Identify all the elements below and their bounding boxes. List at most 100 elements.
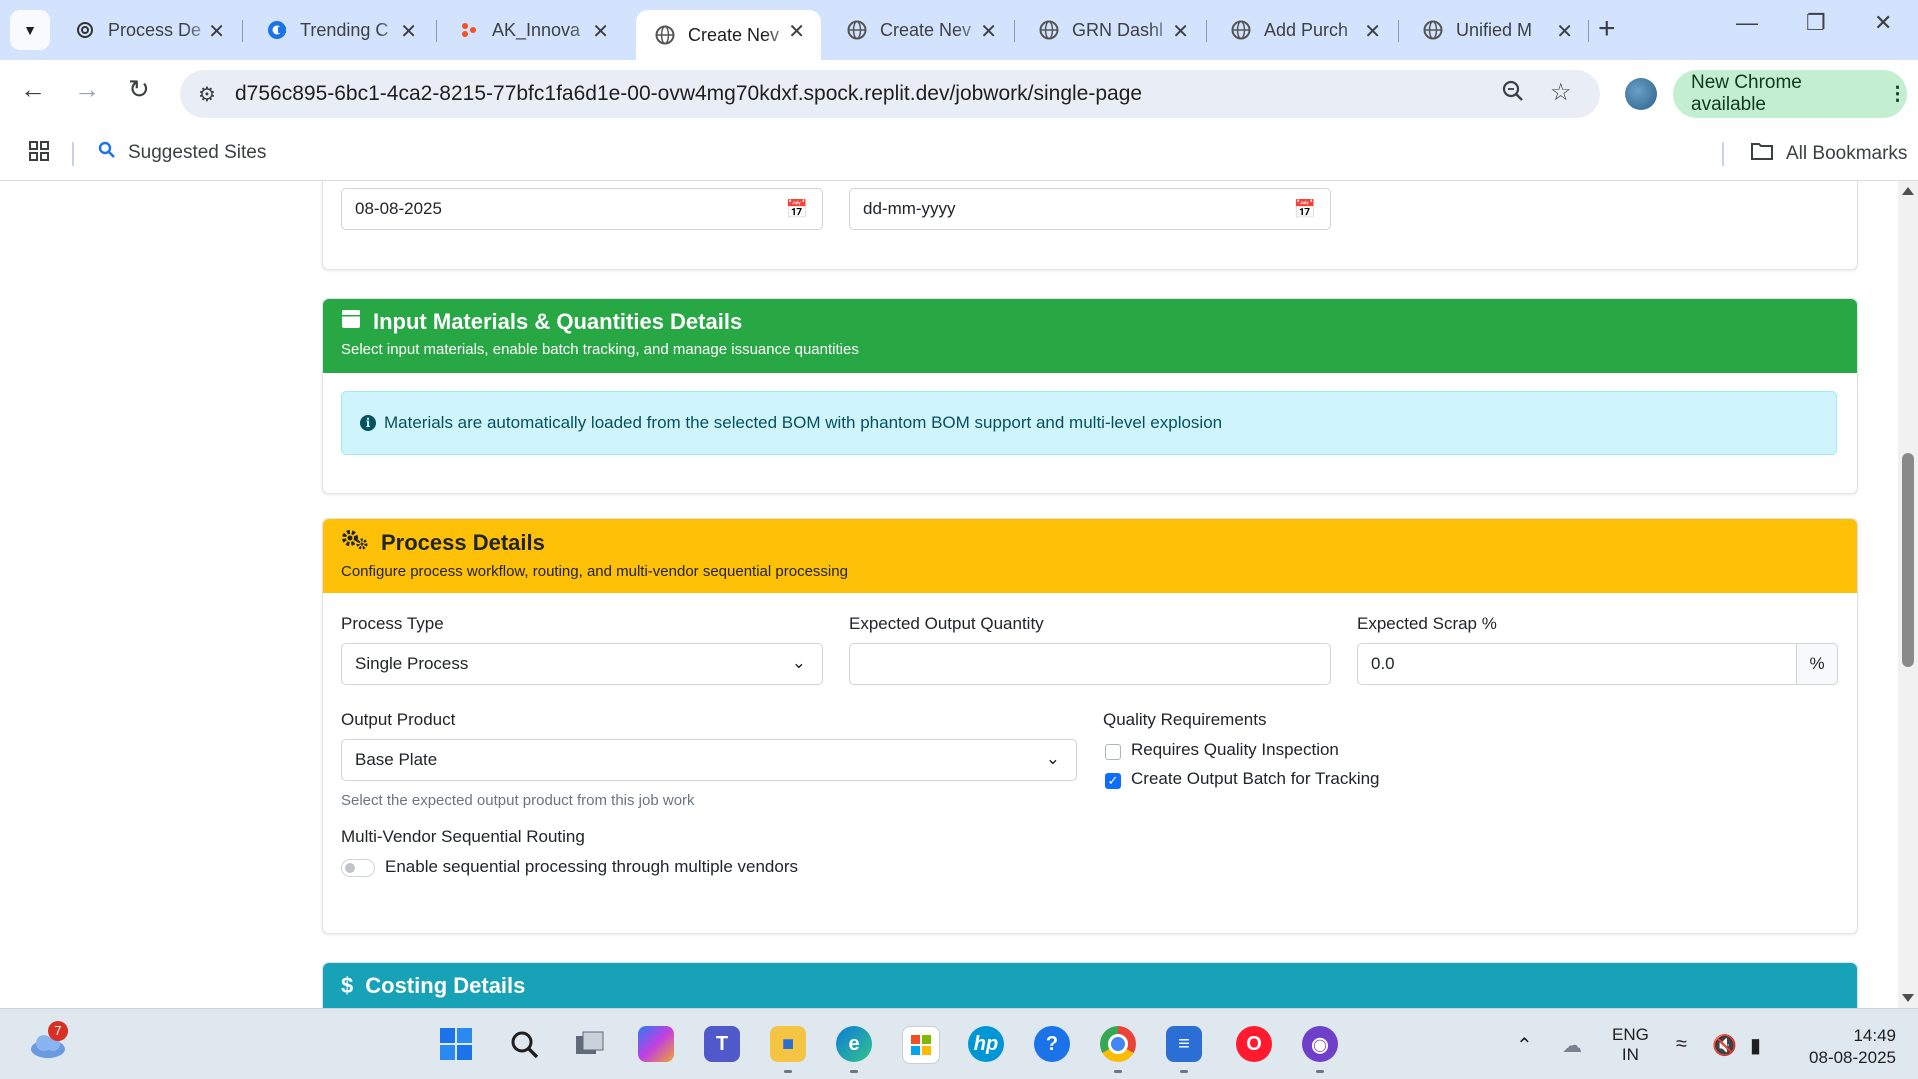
chrome-icon[interactable] [1100,1026,1136,1062]
bookmark-star-icon[interactable]: ☆ [1550,78,1572,107]
input-value: 0.0 [1371,654,1395,673]
back-arrow-icon[interactable]: ← [20,74,46,105]
scrollbar-thumb[interactable] [1902,453,1914,667]
task-view-icon[interactable] [572,1026,608,1062]
output-batch-checkbox[interactable]: ✓ [1105,773,1121,789]
date-text: 08-08-2025 [1809,1048,1896,1067]
new-tab-plus-icon[interactable]: + [1598,12,1616,46]
window-close-icon[interactable]: ✕ [1874,10,1892,36]
close-icon[interactable]: ✕ [208,19,225,44]
expected-output-label: Expected Output Quantity [849,614,1044,633]
language-indicator[interactable]: ENG IN [1612,1025,1649,1065]
c-logo-icon [266,19,288,41]
tab-title: Unified M [1456,19,1533,40]
tab-grn-dashboard[interactable]: GRN Dashl ✕ [1020,10,1205,50]
scrap-input[interactable]: 0.0 [1357,643,1797,685]
help-icon[interactable]: ? [1034,1026,1070,1062]
process-type-label: Process Type [341,614,444,633]
tab-add-purchase[interactable]: Add Purch ✕ [1212,10,1397,50]
weather-widget[interactable]: 7 [28,1021,68,1064]
quality-inspection-checkbox[interactable] [1105,744,1121,760]
section-title: Costing Details [365,973,526,998]
close-icon[interactable]: ✕ [788,19,805,44]
chrome-update-button[interactable]: New Chrome available ⋮ [1673,70,1907,118]
calendar-icon[interactable]: 📅 [786,199,808,220]
dates-card: 08-08-2025 📅 dd-mm-yyyy 📅 [322,181,1858,270]
apps-grid-icon[interactable] [28,140,50,169]
close-icon[interactable]: ✕ [592,19,609,44]
file-explorer-icon[interactable]: ■ [770,1026,806,1062]
close-icon[interactable]: ✕ [1364,19,1381,44]
unit-label: % [1809,654,1825,673]
copilot-icon[interactable] [638,1026,674,1062]
tab-title: Trending C [300,19,389,40]
reload-icon[interactable]: ↻ [128,74,150,105]
wifi-icon[interactable]: ≈ [1676,1033,1687,1056]
scroll-up-arrow-icon[interactable] [1902,187,1914,195]
profile-avatar[interactable] [1625,78,1657,110]
taskbar-search-icon[interactable] [506,1026,542,1062]
process-details-header: Process Details Configure process workfl… [323,519,1857,593]
tab-create-new[interactable]: Create Nev ✕ [828,10,1013,50]
site-info-icon[interactable]: ⚙ [198,82,216,107]
costing-details-header: $ Costing Details [323,963,1857,1008]
tab-process-de[interactable]: Process De ✕ [56,10,241,50]
clock[interactable]: 14:49 08-08-2025 [1798,1025,1896,1069]
address-bar[interactable]: ⚙ d756c895-6bc1-4ca2-8215-77bfc1fa6d1e-0… [180,70,1600,118]
hp-icon[interactable]: hp [968,1026,1004,1062]
url-text[interactable]: d756c895-6bc1-4ca2-8215-77bfc1fa6d1e-00-… [235,82,1142,106]
restore-icon[interactable]: ❐ [1806,10,1826,36]
close-icon[interactable]: ✕ [400,19,417,44]
date-input-2[interactable]: dd-mm-yyyy 📅 [849,188,1331,230]
alert-text: Materials are automatically loaded from … [384,413,1223,432]
process-type-select[interactable]: Single Process ⌄ [341,643,823,685]
battery-icon[interactable]: ▮ [1750,1033,1761,1058]
date-placeholder: dd-mm-yyyy [863,199,956,218]
bookmark-label: Suggested Sites [128,142,267,163]
output-product-help: Select the expected output product from … [341,792,695,809]
kebab-menu-icon[interactable]: ⋮ [1888,83,1907,106]
multi-vendor-toggle[interactable] [341,859,375,877]
bookmark-separator [1722,142,1724,166]
store-icon[interactable] [902,1026,940,1064]
volume-muted-icon[interactable]: 🔇 [1712,1033,1737,1058]
page-content: 08-08-2025 📅 dd-mm-yyyy 📅 Input Material… [0,181,1898,1008]
tab-search-button[interactable]: ▼ [10,10,50,50]
close-icon[interactable]: ✕ [1172,19,1189,44]
output-product-select[interactable]: Base Plate ⌄ [341,739,1077,781]
edge-icon[interactable]: e [836,1026,872,1062]
search-icon [98,141,116,165]
show-hidden-icons-chevron-icon[interactable]: ⌃ [1516,1033,1533,1058]
select-value: Base Plate [355,750,438,769]
forward-arrow-icon[interactable]: → [74,74,100,105]
close-icon[interactable]: ✕ [980,19,997,44]
close-icon[interactable]: ✕ [1556,19,1573,44]
vertical-scrollbar[interactable] [1898,181,1918,1008]
github-desktop-icon[interactable]: ◉ [1302,1026,1338,1062]
teams-icon[interactable]: T [704,1026,740,1062]
browser-tab-bar: ▼ Process De ✕ Trending C ✕ AK_Innova ✕ … [0,0,1918,60]
opera-icon[interactable]: O [1236,1026,1272,1062]
running-indicator [850,1070,858,1073]
tab-trending[interactable]: Trending C ✕ [248,10,433,50]
calendar-icon[interactable]: 📅 [1294,199,1316,220]
expected-output-input[interactable] [849,643,1331,685]
running-indicator [784,1070,792,1073]
section-title: Input Materials & Quantities Details [373,309,743,334]
checkmark-icon: ✓ [1107,773,1119,788]
folder-icon [1750,141,1774,167]
windows-start-icon[interactable] [438,1026,474,1062]
minimize-icon[interactable]: — [1736,10,1758,36]
date-input-1[interactable]: 08-08-2025 📅 [341,188,823,230]
all-bookmarks-button[interactable]: All Bookmarks [1750,141,1907,167]
notepad-icon[interactable]: ≡ [1166,1026,1202,1062]
tab-title: AK_Innova [492,19,581,40]
zoom-icon[interactable] [1502,80,1524,108]
tab-unified[interactable]: Unified M ✕ [1404,10,1589,50]
update-label: New Chrome available [1691,72,1802,115]
tab-create-new-active[interactable]: Create Nev ✕ [636,10,821,60]
onedrive-icon[interactable]: ☁ [1562,1033,1582,1058]
tab-ak-innova[interactable]: AK_Innova ✕ [440,10,625,50]
scroll-down-arrow-icon[interactable] [1902,994,1914,1002]
bookmark-suggested-sites[interactable]: Suggested Sites [98,141,266,165]
